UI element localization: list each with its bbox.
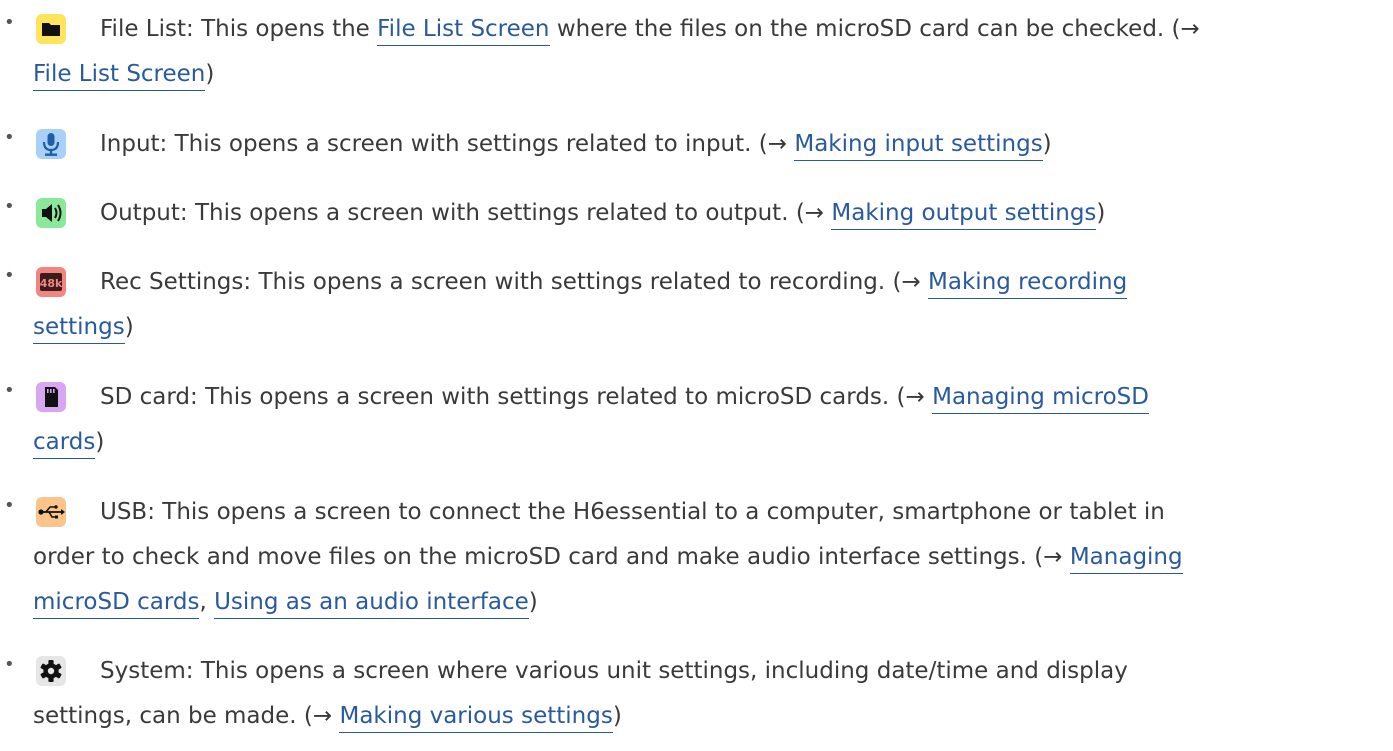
link-making-output-settings[interactable]: Making output settings: [831, 200, 1097, 230]
gear-icon: [36, 656, 66, 686]
link-file-list-screen[interactable]: File List Screen: [377, 16, 550, 46]
link-making-input-settings[interactable]: Making input settings: [794, 131, 1043, 161]
link-using-as-audio-interface[interactable]: Using as an audio interface: [214, 589, 529, 619]
item-line-1: Rec Settings: This opens a screen with s…: [100, 265, 1128, 299]
bullet: •: [4, 380, 15, 401]
link-file-list-screen-2[interactable]: File List Screen: [33, 61, 206, 91]
folder-icon: [36, 14, 66, 44]
svg-text:48k: 48k: [40, 277, 63, 290]
item-line-2: order to check and move files on the mic…: [33, 540, 1183, 574]
link-making-recording-settings[interactable]: Making recording: [928, 269, 1128, 299]
item-line-2: settings, can be made. (→ Making various…: [33, 699, 622, 733]
item-line-1: System: This opens a screen where variou…: [100, 658, 1128, 684]
link-managing-microsd-cards-usb[interactable]: Managing: [1069, 544, 1183, 574]
bullet: •: [4, 196, 15, 217]
usb-icon: [36, 497, 66, 527]
item-line-2: File List Screen): [33, 57, 214, 91]
item-line-1: File List: This opens the File List Scre…: [100, 12, 1200, 46]
item-line-3: microSD cards, Using as an audio interfa…: [33, 585, 538, 619]
bullet: •: [4, 127, 15, 148]
link-managing-microsd-cards[interactable]: Managing microSD: [932, 384, 1149, 414]
item-line-1: USB: This opens a screen to connect the …: [100, 499, 1165, 525]
bullet: •: [4, 265, 15, 286]
item-line-2: settings): [33, 310, 134, 344]
item-line-1: SD card: This opens a screen with settin…: [100, 380, 1149, 414]
link-making-various-settings[interactable]: Making various settings: [339, 703, 613, 733]
rec-settings-48k-icon: 48k: [36, 267, 66, 297]
item-line-1: Input: This opens a screen with settings…: [100, 127, 1052, 161]
bullet: •: [4, 495, 15, 516]
link-managing-microsd-cards-2[interactable]: cards: [33, 429, 96, 459]
bullet: •: [4, 12, 15, 33]
microphone-icon: [36, 129, 66, 159]
speaker-icon: [36, 198, 66, 228]
bullet: •: [4, 654, 15, 675]
link-making-recording-settings-2[interactable]: settings: [33, 314, 125, 344]
link-managing-microsd-cards-usb-2[interactable]: microSD cards: [33, 589, 200, 619]
item-line-2: cards): [33, 425, 104, 459]
item-line-1: Output: This opens a screen with setting…: [100, 196, 1105, 230]
sd-card-icon: [36, 382, 66, 412]
